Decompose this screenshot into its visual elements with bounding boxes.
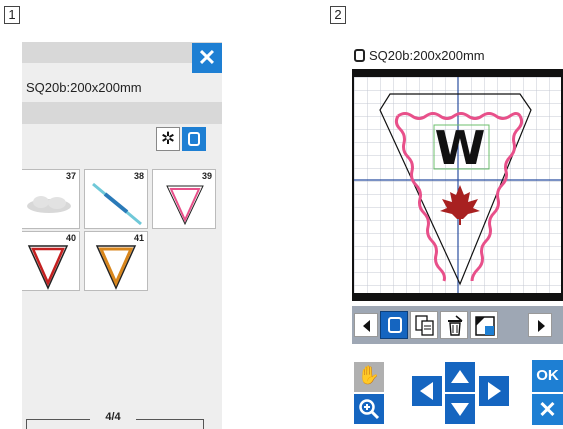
- cloud-motif-icon: [27, 196, 71, 213]
- hoop-icon: [188, 132, 200, 146]
- design-tile-40[interactable]: 40: [22, 231, 80, 291]
- delete-button[interactable]: [440, 311, 468, 339]
- duplicate-button[interactable]: [410, 311, 438, 339]
- arrow-up-icon: [451, 370, 469, 383]
- hoop-icon: [354, 49, 365, 62]
- hoop-select-button[interactable]: [380, 311, 408, 339]
- hoop-view-button[interactable]: [182, 127, 206, 151]
- move-up-button[interactable]: [445, 362, 475, 392]
- triangle-left-icon: [363, 320, 370, 332]
- layout-icon: [475, 316, 495, 336]
- hand-icon: ✋: [357, 365, 381, 385]
- move-left-button[interactable]: [412, 376, 442, 406]
- design-tile-38[interactable]: 38: [84, 169, 148, 229]
- toolbar: [352, 306, 563, 344]
- design-selection-screen: ✕ SQ20b:200x200mm ✲ 37 38 39 40 41 4/4: [22, 42, 222, 429]
- hoop-size-label: SQ20b:200x200mm: [26, 80, 142, 95]
- arrow-left-icon: [420, 382, 433, 400]
- hand-button[interactable]: ✋: [354, 362, 384, 392]
- step-number-1: 1: [4, 6, 20, 24]
- hoop-icon: [388, 317, 402, 333]
- pennant-orange-icon: [95, 245, 137, 290]
- move-down-button[interactable]: [445, 394, 475, 424]
- arrow-down-icon: [451, 403, 469, 416]
- cancel-button[interactable]: ✕: [532, 394, 563, 425]
- zoom-button[interactable]: [354, 394, 384, 424]
- design-tile-37[interactable]: 37: [22, 169, 80, 229]
- trash-icon: [448, 315, 463, 336]
- scroll-left-button[interactable]: [354, 313, 378, 337]
- design-tile-41[interactable]: 41: [84, 231, 148, 291]
- hoop-size-title: SQ20b:200x200mm: [369, 48, 485, 63]
- arrow-right-icon: [488, 382, 501, 400]
- grid-area: W: [354, 77, 561, 293]
- pennant-pink-icon: [166, 185, 204, 226]
- design-edit-screen: SQ20b:200x200mm W ✋ OK ✕: [352, 44, 563, 429]
- page-indicator: 4/4: [90, 411, 136, 423]
- design-number: 37: [65, 171, 76, 181]
- design-tile-39[interactable]: 39: [152, 169, 216, 229]
- design-letter: W: [435, 121, 486, 175]
- border-line-icon: [92, 182, 142, 226]
- pennant-red-icon: [27, 245, 69, 290]
- design-canvas[interactable]: W: [352, 69, 563, 301]
- zoom-in-icon: [359, 399, 380, 420]
- scroll-right-button[interactable]: [528, 313, 552, 337]
- layout-button[interactable]: [470, 311, 498, 339]
- step-number-2: 2: [330, 6, 346, 24]
- info-bar: [22, 102, 222, 124]
- move-right-button[interactable]: [479, 376, 509, 406]
- copy-icon: [415, 315, 434, 336]
- ok-button[interactable]: OK: [532, 360, 563, 392]
- triangle-right-icon: [538, 320, 545, 332]
- close-button[interactable]: ✕: [192, 43, 222, 73]
- flower-view-button[interactable]: ✲: [156, 127, 180, 151]
